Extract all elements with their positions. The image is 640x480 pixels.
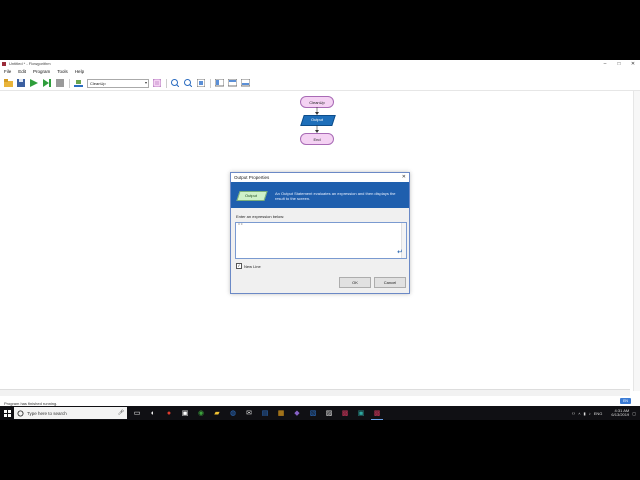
dialog-title: Output Properties	[234, 175, 270, 180]
search-placeholder: Type here to search	[27, 410, 67, 416]
toolbar-separator	[210, 78, 211, 88]
vertical-scrollbar[interactable]	[633, 91, 640, 391]
app-icon	[2, 61, 6, 66]
notifications-icon[interactable]: ▢	[632, 411, 636, 416]
enter-icon: ↵	[397, 249, 403, 256]
cancel-button[interactable]: Cancel	[374, 277, 406, 288]
menu-program[interactable]: Program	[33, 69, 50, 74]
flow-output-node[interactable]: Output	[300, 115, 336, 126]
system-tray: ⚇ ˄ ▮ ♪ ENG 4:31 AM 6/13/2019 ▢	[569, 406, 636, 420]
menu-bar: File Edit Program Tools Help	[0, 68, 87, 75]
horizontal-scrollbar[interactable]	[0, 389, 630, 396]
chevron-up-icon[interactable]: ˄	[578, 411, 580, 416]
taskbar: Type here to search 🎤︎ ▭ ◐ ● ▣ ◉ ▰ ◍ ✉ ▤…	[0, 406, 640, 420]
people-icon[interactable]: ◐	[147, 407, 159, 419]
chevron-down-icon: ▾	[144, 79, 147, 85]
language-badge: EN	[620, 398, 631, 404]
stop-icon[interactable]	[55, 78, 65, 88]
newline-label: New Line	[244, 263, 261, 269]
menu-tools[interactable]: Tools	[57, 69, 68, 74]
word-icon[interactable]: ▧	[307, 407, 319, 419]
file-explorer-icon[interactable]: ▰	[211, 407, 223, 419]
expression-prompt: Enter an expression below:	[236, 214, 285, 219]
search-icon	[17, 410, 24, 416]
taskbar-search[interactable]: Type here to search 🎤︎	[14, 407, 127, 419]
newline-checkbox[interactable]: ✓	[236, 263, 242, 269]
visual-studio-icon[interactable]: ◆	[291, 407, 303, 419]
network-icon[interactable]: ▮	[584, 411, 586, 416]
function-select[interactable]: CleanUp ▾	[87, 78, 149, 88]
volume-icon[interactable]: ♪	[589, 411, 591, 416]
menu-file[interactable]: File	[4, 69, 11, 74]
menu-help[interactable]: Help	[75, 69, 84, 74]
flow-connector	[315, 107, 319, 115]
mail-icon[interactable]: ✉	[243, 407, 255, 419]
wide-icon[interactable]	[240, 78, 250, 88]
fit-icon[interactable]	[196, 78, 206, 88]
screen-icon[interactable]	[214, 78, 224, 88]
expression-input[interactable]: "" ↵	[235, 222, 407, 259]
toolbar: CleanUp ▾	[0, 76, 640, 91]
banner-shape-label: Output	[244, 192, 257, 198]
zoom-in-icon[interactable]	[170, 78, 180, 88]
expression-value: ""	[238, 224, 243, 228]
dialog-title-bar: Output Properties ✕	[231, 173, 409, 182]
menu-edit[interactable]: Edit	[18, 69, 26, 74]
store-icon[interactable]: ▤	[259, 407, 271, 419]
app-window: Untitled * - Flowgorithm – □ ✕ File Edit…	[0, 60, 640, 420]
step-icon[interactable]	[42, 78, 52, 88]
toolbar-separator	[166, 78, 167, 88]
newline-option[interactable]: ✓ New Line	[236, 263, 261, 269]
flowgorithm-icon[interactable]: ▩	[339, 407, 351, 419]
chrome-icon[interactable]: ◉	[195, 407, 207, 419]
function-select-value: CleanUp	[90, 80, 106, 86]
terminal-icon[interactable]: ▨	[323, 407, 335, 419]
layout-icon[interactable]	[73, 78, 83, 88]
app-icon-2[interactable]: ▣	[355, 407, 367, 419]
task-view-icon[interactable]: ▭	[131, 407, 143, 419]
output-properties-dialog: Output Properties ✕ Output An Output Sta…	[230, 172, 410, 294]
edge-icon[interactable]: ◍	[227, 407, 239, 419]
ok-button[interactable]: OK	[339, 277, 371, 288]
dialog-close-button[interactable]: ✕	[402, 174, 406, 180]
compact-icon[interactable]	[227, 78, 237, 88]
flow-connector	[315, 125, 319, 133]
window-title: Untitled * - Flowgorithm	[9, 61, 51, 66]
language-icon[interactable]: ENG	[594, 411, 603, 416]
zoom-out-icon[interactable]	[183, 78, 193, 88]
open-icon[interactable]	[3, 78, 13, 88]
status-message: Program has finished running.	[4, 400, 58, 406]
function-manager-icon[interactable]	[152, 78, 162, 88]
toolbar-separator	[69, 78, 70, 88]
monitor-icon[interactable]: ▣	[179, 407, 191, 419]
minimize-button[interactable]: –	[598, 60, 612, 67]
microphone-icon[interactable]: 🎤︎	[118, 410, 124, 416]
banner-description: An Output Statement evaluates an express…	[275, 191, 396, 201]
flowgorithm-active-icon[interactable]: ▩	[371, 407, 383, 420]
clock-date: 6/13/2019	[611, 412, 630, 417]
window-controls: – □ ✕	[598, 60, 640, 67]
windows-start-icon[interactable]	[0, 406, 14, 420]
clock[interactable]: 4:31 AM 6/13/2019	[608, 408, 630, 418]
maximize-button[interactable]: □	[612, 60, 626, 67]
flow-end-node[interactable]: End	[300, 133, 334, 145]
people-tray-icon[interactable]: ⚇	[572, 411, 576, 416]
run-icon[interactable]	[29, 78, 39, 88]
dialog-banner: Output An Output Statement evaluates an …	[231, 182, 409, 208]
title-bar: Untitled * - Flowgorithm – □ ✕	[0, 60, 640, 67]
calculator-icon[interactable]: ▦	[275, 407, 287, 419]
save-icon[interactable]	[16, 78, 26, 88]
firefox-icon[interactable]: ●	[163, 407, 175, 419]
close-button[interactable]: ✕	[626, 60, 640, 67]
flow-output-label: Output	[310, 117, 323, 122]
